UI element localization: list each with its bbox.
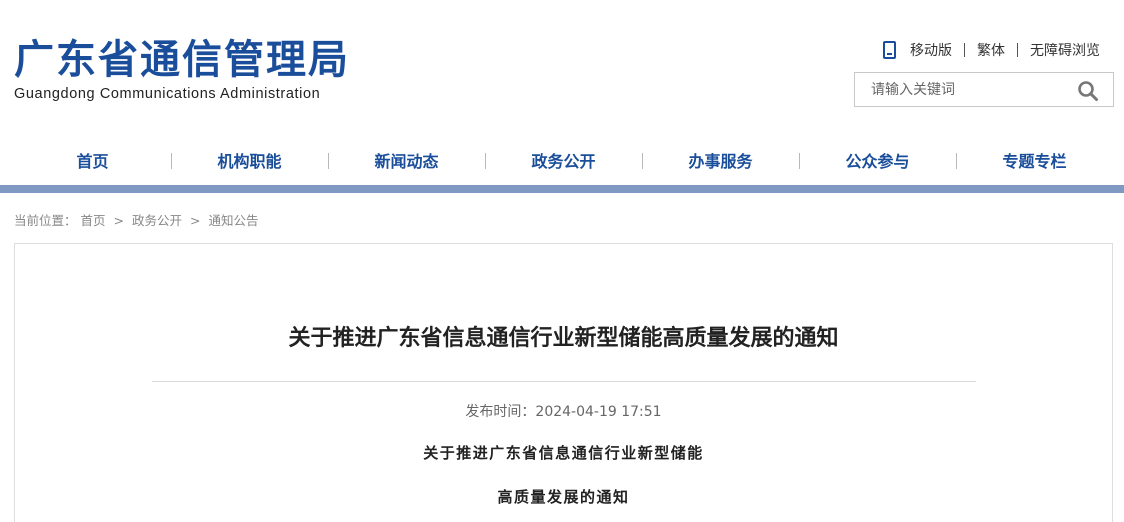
title-divider [152, 381, 976, 382]
breadcrumb-separator: > [113, 213, 124, 228]
link-separator [1017, 43, 1018, 57]
mobile-phone-icon [883, 41, 896, 59]
mobile-version-link[interactable]: 移动版 [910, 40, 952, 60]
breadcrumb-home[interactable]: 首页 [81, 213, 106, 228]
nav-item-news[interactable]: 新闻动态 [328, 148, 485, 176]
search-box [854, 72, 1114, 107]
article-body-heading-line-2: 高质量发展的通知 [497, 488, 630, 506]
nav-item-organization[interactable]: 机构职能 [171, 148, 328, 176]
site-logo[interactable]: 广东省通信管理局 Guangdong Communications Admini… [14, 36, 350, 102]
breadcrumb-notices[interactable]: 通知公告 [208, 213, 258, 228]
nav-item-services[interactable]: 办事服务 [642, 148, 799, 176]
search-icon[interactable] [1077, 80, 1099, 102]
nav-item-special-topics[interactable]: 专题专栏 [956, 148, 1113, 176]
publish-time-label: 发布时间： [465, 404, 536, 420]
publish-time-value: 2024-04-19 17:51 [535, 404, 662, 420]
traditional-chinese-link[interactable]: 繁体 [977, 40, 1005, 60]
link-separator [964, 43, 965, 57]
nav-item-public-participation[interactable]: 公众参与 [799, 148, 956, 176]
logo-title-en: Guangdong Communications Administration [14, 86, 321, 102]
article-body-heading-line-1: 关于推进广东省信息通信行业新型储能 [423, 444, 704, 462]
breadcrumb: 当前位置： 首页 > 政务公开 > 通知公告 [14, 210, 258, 229]
nav-item-government-affairs[interactable]: 政务公开 [485, 148, 642, 176]
breadcrumb-prefix: 当前位置： [14, 213, 77, 228]
main-nav: 首页 机构职能 新闻动态 政务公开 办事服务 公众参与 专题专栏 [14, 148, 1113, 176]
nav-item-home[interactable]: 首页 [14, 148, 171, 176]
accessible-browsing-link[interactable]: 无障碍浏览 [1030, 40, 1100, 60]
publish-time: 发布时间：2024-04-19 17:51 [15, 401, 1112, 421]
article-panel: 关于推进广东省信息通信行业新型储能高质量发展的通知 发布时间：2024-04-1… [14, 243, 1113, 522]
breadcrumb-government-affairs[interactable]: 政务公开 [132, 213, 182, 228]
nav-underline-bar [0, 185, 1124, 193]
top-links: 移动版 繁体 无障碍浏览 [883, 40, 1100, 60]
logo-title-cn: 广东省通信管理局 [14, 37, 350, 83]
search-input[interactable] [855, 73, 1065, 106]
article-title: 关于推进广东省信息通信行业新型储能高质量发展的通知 [288, 326, 839, 351]
breadcrumb-separator: > [189, 213, 201, 228]
